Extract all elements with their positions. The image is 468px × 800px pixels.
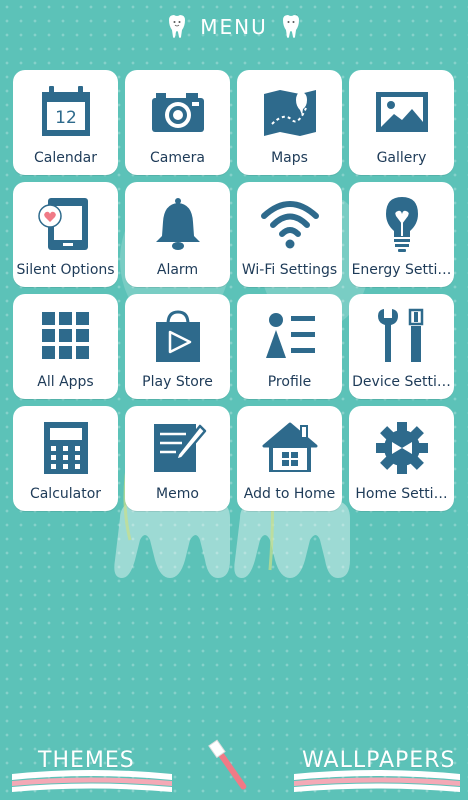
tile-camera[interactable]: Camera xyxy=(125,70,230,175)
bottom-bar: THEMES WALLPAPERS xyxy=(0,730,468,800)
tile-add-to-home[interactable]: Add to Home xyxy=(237,406,342,511)
tile-maps[interactable]: Maps xyxy=(237,70,342,175)
tile-label: Memo xyxy=(156,486,199,502)
themes-button[interactable]: THEMES xyxy=(38,748,135,773)
calendar-icon: 12 xyxy=(41,86,90,136)
tile-label: Camera xyxy=(150,150,205,166)
tile-device-settings[interactable]: Device Setti… xyxy=(349,294,454,399)
tile-label: Silent Options xyxy=(16,262,115,278)
tile-label: Add to Home xyxy=(243,486,336,502)
house-icon xyxy=(262,422,317,472)
tile-all-apps[interactable]: All Apps xyxy=(13,294,118,399)
tile-silent-options[interactable]: Silent Options xyxy=(13,182,118,287)
wifi-icon xyxy=(260,201,319,249)
tile-energy-settings[interactable]: Energy Setti… xyxy=(349,182,454,287)
tile-wifi-settings[interactable]: Wi-Fi Settings xyxy=(237,182,342,287)
menu-header: MENU xyxy=(0,12,468,42)
tile-label: Calculator xyxy=(29,486,102,502)
calculator-icon xyxy=(43,422,88,474)
toothbrush-icon xyxy=(208,739,247,790)
tooth-toothbrush-icon xyxy=(282,14,299,38)
silent-phone-icon xyxy=(37,198,88,250)
tools-icon xyxy=(377,308,423,362)
profile-icon xyxy=(265,313,315,358)
tile-alarm[interactable]: Alarm xyxy=(125,182,230,287)
map-icon xyxy=(263,90,316,136)
tile-calculator[interactable]: Calculator xyxy=(13,406,118,511)
image-icon xyxy=(375,92,428,132)
tile-memo[interactable]: Memo xyxy=(125,406,230,511)
tile-label: Wi-Fi Settings xyxy=(241,262,338,278)
memo-icon xyxy=(153,424,206,472)
page-title: MENU xyxy=(200,15,268,39)
shopping-bag-icon xyxy=(155,310,200,362)
tile-calendar[interactable]: 12 Calendar xyxy=(13,70,118,175)
camera-icon xyxy=(151,93,204,132)
tile-home-settings[interactable]: Home Setti… xyxy=(349,406,454,511)
tile-label: Play Store xyxy=(142,374,213,390)
bell-icon xyxy=(155,198,200,250)
tile-label: Alarm xyxy=(156,262,199,278)
gear-icon xyxy=(375,422,428,474)
wallpapers-button[interactable]: WALLPAPERS xyxy=(302,748,455,773)
tile-label: Home Setti… xyxy=(355,486,448,502)
app-grid: 12 Calendar Camera Maps Gallery Silent O… xyxy=(13,70,454,511)
tile-label: All Apps xyxy=(37,374,94,390)
tile-label: Device Setti… xyxy=(352,374,451,390)
tile-label: Profile xyxy=(267,374,312,390)
lightbulb-icon xyxy=(385,197,418,252)
tile-label: Gallery xyxy=(376,150,427,166)
tile-profile[interactable]: Profile xyxy=(237,294,342,399)
tile-play-store[interactable]: Play Store xyxy=(125,294,230,399)
calendar-day: 12 xyxy=(55,108,77,128)
tile-label: Energy Setti… xyxy=(351,262,452,278)
tooth-icon xyxy=(169,15,186,38)
tile-label: Calendar xyxy=(34,150,97,166)
grid-icon xyxy=(41,312,89,359)
tile-gallery[interactable]: Gallery xyxy=(349,70,454,175)
tile-label: Maps xyxy=(271,150,308,166)
